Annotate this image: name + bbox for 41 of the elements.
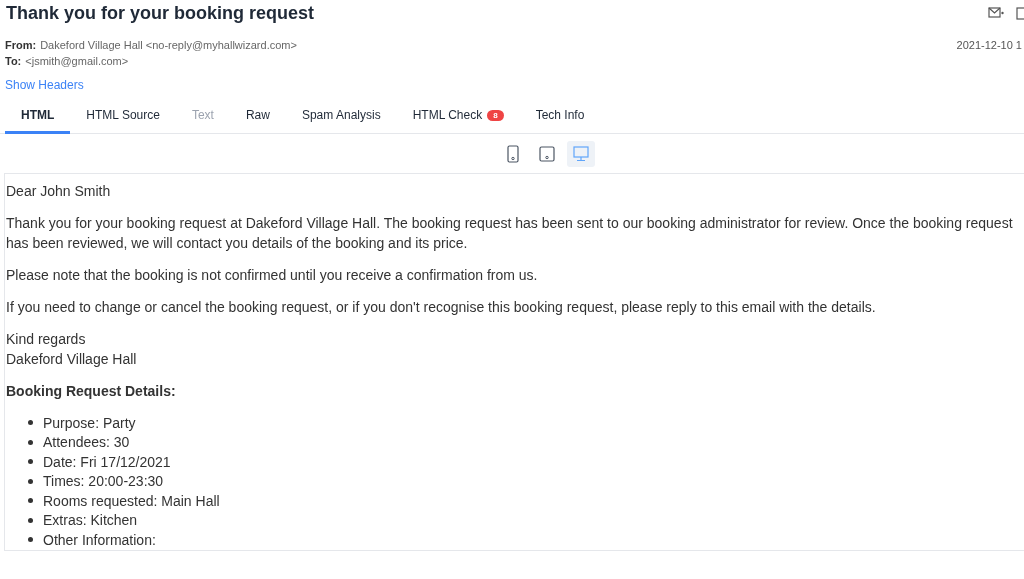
bullet-icon (28, 420, 33, 426)
detail-item: Date: Fri 17/12/2021 (43, 452, 171, 472)
monitor-icon (573, 146, 589, 162)
bullet-icon (28, 459, 33, 465)
detail-item: Times: 20:00-23:30 (43, 472, 164, 492)
date-text: 2021-12-10 1 (956, 38, 1022, 53)
bullet-icon (28, 517, 33, 523)
signoff-line: Dakeford Village Hall (6, 350, 138, 369)
from-label: From: (5, 39, 37, 51)
phone-icon (507, 145, 519, 163)
tab[interactable]: HTML (5, 99, 71, 134)
desktop-view-button[interactable] (567, 141, 595, 167)
to-label: To: (5, 55, 22, 67)
paragraph: If you need to change or cancel the booking request, or if you don't recognise this booking request, please reply to this email with the details. (6, 298, 877, 317)
recipient-address: <jsmith@gmail.com> (25, 55, 129, 67)
tab[interactable]: Tech Info (519, 99, 601, 134)
tab[interactable]: Raw (229, 99, 286, 134)
tab[interactable]: HTML Check 8 (396, 99, 520, 134)
paragraph: Please note that the booking is not confirmed until you receive a confirmation from us. (6, 266, 539, 285)
detail-item: Other Information: (43, 530, 156, 550)
detail-item: Purpose: Party (43, 413, 136, 433)
tab[interactable]: HTML Source (70, 99, 176, 134)
details-heading: Booking Request Details: (6, 382, 177, 401)
sender-address: Dakeford Village Hall <no-reply@myhallwizard.com> (40, 39, 297, 51)
detail-item: Rooms requested: Main Hall (43, 491, 220, 511)
bullet-icon (28, 439, 33, 445)
show-headers-link[interactable]: Show Headers (5, 77, 84, 93)
bullet-icon (28, 537, 33, 543)
tablet-icon (539, 146, 555, 162)
paragraph: Dear John Smith (6, 182, 112, 201)
bullet-icon (28, 478, 33, 484)
tab[interactable]: Spam Analysis (285, 99, 397, 134)
bullet-icon (28, 498, 33, 504)
count-badge: 8 (487, 109, 504, 121)
paragraph: Thank you for your booking request at Dakeford Village Hall. The booking request has been sent to our booking administrator for review. Once the booking request has been reviewed, we will contact you details of the booking and its price. (6, 214, 1014, 253)
email-subject: Thank you for your booking request (6, 2, 315, 25)
detail-item: Extras: Kitchen (43, 511, 138, 531)
signoff-line: Kind regards (6, 330, 87, 349)
envelope-icon[interactable] (988, 7, 1004, 19)
detail-item: Attendees: 30 (43, 433, 130, 453)
document-icon[interactable] (1016, 6, 1024, 20)
